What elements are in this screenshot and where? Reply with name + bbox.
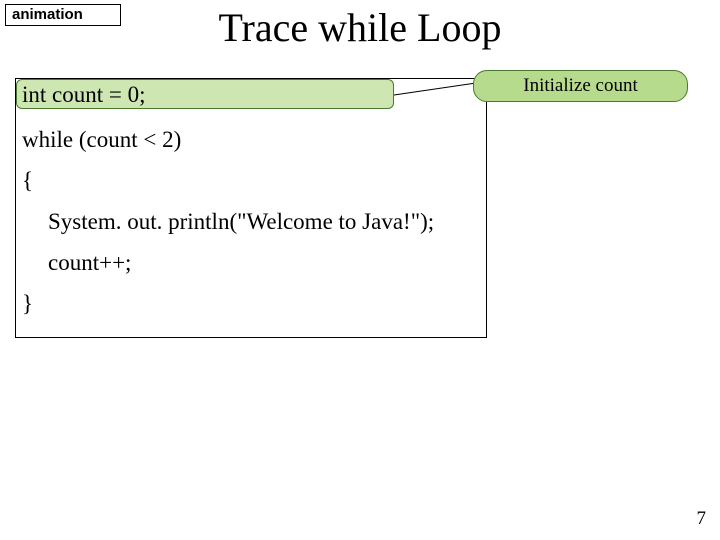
code-line-4: System. out. println("Welcome to Java!")… — [22, 206, 480, 237]
callout-bubble: Initialize count — [473, 70, 688, 102]
code-line-1-spacer — [22, 83, 480, 114]
page-number: 7 — [697, 508, 707, 530]
code-line-5: count++; — [22, 247, 480, 278]
slide-title: Trace while Loop — [0, 4, 720, 51]
code-line-2: while (count < 2) — [22, 124, 480, 155]
code-line-3: { — [22, 165, 480, 196]
code-line-6: } — [22, 288, 480, 319]
code-block: while (count < 2) { System. out. println… — [15, 78, 487, 338]
